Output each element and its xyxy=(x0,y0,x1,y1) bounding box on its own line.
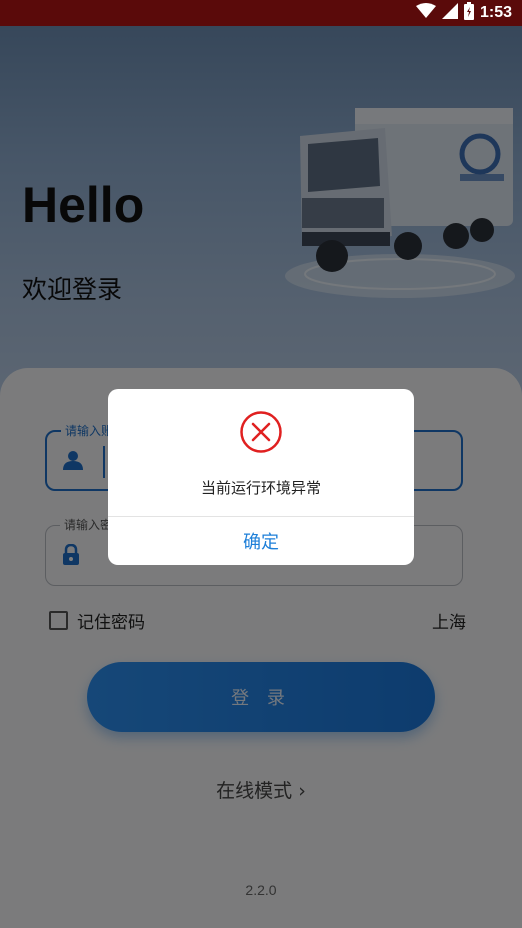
error-dialog: 当前运行环境异常 确定 xyxy=(108,389,414,565)
signal-icon xyxy=(441,3,458,23)
status-bar: 1:53 xyxy=(0,0,522,26)
dialog-message: 当前运行环境异常 xyxy=(200,479,321,497)
confirm-button[interactable]: 确定 xyxy=(108,517,414,565)
battery-icon xyxy=(463,2,474,24)
error-icon xyxy=(239,410,283,458)
status-time: 1:53 xyxy=(479,4,512,21)
wifi-icon xyxy=(415,3,436,23)
